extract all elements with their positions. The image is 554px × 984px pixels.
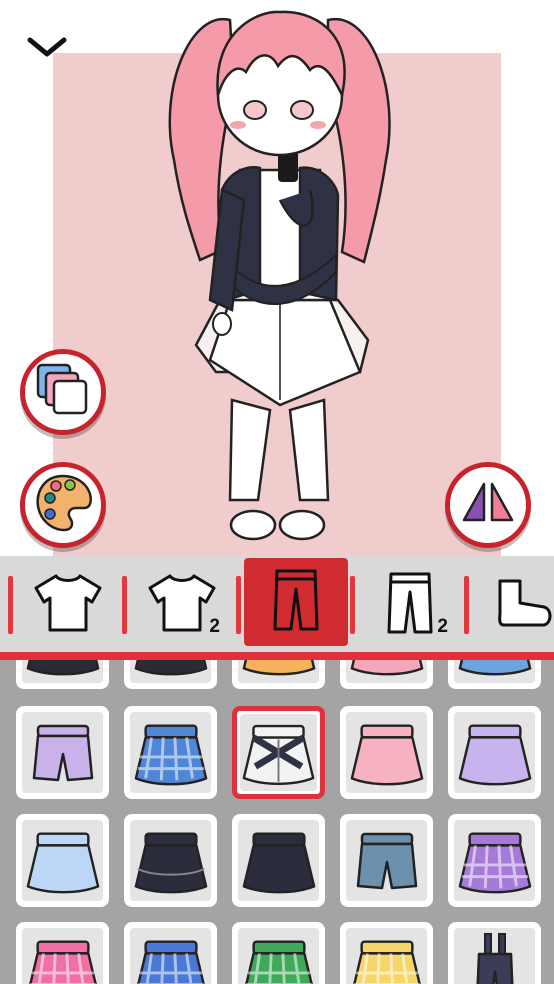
clothing-thumbnail bbox=[454, 928, 535, 984]
tab-badge: 2 bbox=[209, 616, 220, 637]
clothing-thumbnail bbox=[346, 928, 427, 984]
clothing-thumbnail bbox=[130, 928, 211, 984]
clothing-thumbnail bbox=[130, 660, 211, 683]
flip-icon bbox=[462, 480, 514, 531]
clothing-item[interactable] bbox=[340, 814, 433, 907]
flip-button[interactable] bbox=[445, 462, 531, 548]
tab-separator bbox=[8, 576, 13, 634]
pants-icon bbox=[271, 567, 321, 638]
clothing-thumbnail bbox=[22, 712, 103, 793]
clothing-thumbnail bbox=[346, 660, 427, 683]
tab-top[interactable] bbox=[16, 556, 120, 654]
tab-top-2[interactable]: 2 bbox=[130, 556, 234, 654]
clothing-thumbnail bbox=[454, 712, 535, 793]
clothing-thumbnail bbox=[22, 660, 103, 683]
palette-button[interactable] bbox=[20, 462, 106, 548]
clothing-item[interactable] bbox=[16, 660, 109, 689]
clothing-thumbnail bbox=[238, 660, 319, 683]
tab-bottom[interactable] bbox=[244, 558, 348, 646]
clothing-item[interactable] bbox=[448, 660, 541, 689]
clothing-item[interactable] bbox=[448, 706, 541, 799]
category-tab-bar: 2 2 bbox=[0, 556, 554, 654]
tab-bottom-2[interactable]: 2 bbox=[358, 556, 462, 654]
clothing-item[interactable] bbox=[16, 922, 109, 984]
preview-area bbox=[0, 0, 554, 556]
sock-icon bbox=[494, 577, 554, 634]
clothing-item[interactable] bbox=[232, 660, 325, 689]
clothing-thumbnail bbox=[240, 714, 317, 791]
palette-icon bbox=[32, 472, 94, 539]
tab-badge: 2 bbox=[437, 616, 448, 637]
clothing-item[interactable] bbox=[124, 706, 217, 799]
clothing-item[interactable] bbox=[232, 814, 325, 907]
clothing-item[interactable] bbox=[448, 814, 541, 907]
clothing-item[interactable] bbox=[16, 706, 109, 799]
character-avatar bbox=[160, 0, 400, 548]
clothing-thumbnail bbox=[130, 820, 211, 901]
shirt-icon bbox=[146, 572, 218, 639]
clothing-thumbnail bbox=[346, 712, 427, 793]
layers-icon bbox=[36, 363, 90, 422]
clothing-thumbnail bbox=[238, 928, 319, 984]
clothing-item[interactable] bbox=[124, 660, 217, 689]
clothing-item[interactable] bbox=[448, 922, 541, 984]
clothing-item[interactable] bbox=[340, 922, 433, 984]
clothing-thumbnail bbox=[22, 928, 103, 984]
clothing-thumbnail bbox=[238, 820, 319, 901]
clothing-grid bbox=[0, 660, 554, 984]
clothing-thumbnail bbox=[346, 820, 427, 901]
tab-separator bbox=[350, 576, 355, 634]
tab-underline bbox=[0, 652, 554, 660]
clothing-item[interactable] bbox=[124, 922, 217, 984]
clothing-item[interactable] bbox=[340, 660, 433, 689]
tab-separator bbox=[236, 576, 241, 634]
chevron-down-icon[interactable] bbox=[24, 30, 70, 64]
clothing-item-selected[interactable] bbox=[232, 706, 325, 799]
shirt-icon bbox=[32, 572, 104, 639]
tab-separator bbox=[464, 576, 469, 634]
clothing-thumbnail bbox=[22, 820, 103, 901]
clothing-item[interactable] bbox=[232, 922, 325, 984]
clothing-item[interactable] bbox=[340, 706, 433, 799]
tab-socks[interactable] bbox=[472, 556, 554, 654]
clothing-thumbnail bbox=[454, 820, 535, 901]
tab-separator bbox=[122, 576, 127, 634]
pants-icon bbox=[385, 570, 435, 641]
clothing-item[interactable] bbox=[16, 814, 109, 907]
clothing-thumbnail bbox=[130, 712, 211, 793]
clothing-item[interactable] bbox=[124, 814, 217, 907]
clothing-thumbnail bbox=[454, 660, 535, 683]
layers-button[interactable] bbox=[20, 349, 106, 435]
